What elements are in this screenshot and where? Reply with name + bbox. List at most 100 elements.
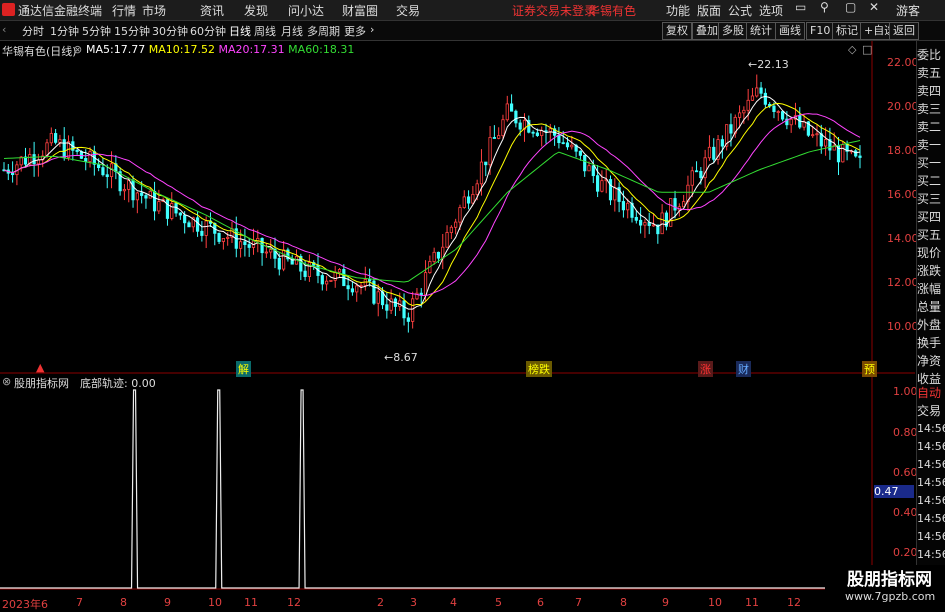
search-icon[interactable]: ⚲	[820, 0, 829, 14]
candle-body	[643, 222, 647, 226]
sub-y-tick: 0.60	[893, 466, 918, 479]
kline-chart[interactable]	[0, 41, 915, 594]
ma20-name: MA20:	[218, 43, 254, 56]
btn-duogu[interactable]: 多股	[718, 22, 748, 40]
candle-body	[355, 285, 359, 293]
period-5min[interactable]: 5分钟	[82, 23, 111, 39]
btn-huaxian[interactable]: 画线	[775, 22, 805, 40]
btn-fuquan[interactable]: 复权	[662, 22, 692, 40]
x-tick: 5	[495, 596, 502, 609]
candle-body	[277, 257, 281, 270]
btn-fanhui[interactable]: 返回	[889, 22, 919, 40]
close-icon[interactable]: ✕	[869, 0, 879, 14]
quote-item: 换手	[917, 336, 942, 350]
candle-body	[247, 244, 251, 248]
quote-item: 卖四	[917, 84, 942, 98]
candle-body	[660, 212, 664, 235]
menu-hangqing[interactable]: 行情	[112, 2, 136, 19]
auto-label[interactable]: 自动	[917, 384, 945, 402]
x-tick: 3	[410, 596, 417, 609]
btn-biaoji[interactable]: 标记	[832, 22, 862, 40]
period-weekly[interactable]: 周线	[254, 23, 276, 39]
marker-yu[interactable]: 预	[862, 361, 877, 377]
menu-faxian[interactable]: 发现	[244, 2, 268, 19]
menu-xuanxiang[interactable]: 选项	[759, 2, 783, 19]
period-daily[interactable]: 日线	[229, 23, 251, 39]
candle-body	[243, 241, 247, 245]
x-tick: 2	[377, 596, 384, 609]
x-tick: 7	[76, 596, 83, 609]
candle-body	[135, 192, 139, 201]
expand-icon[interactable]: □	[862, 43, 872, 56]
period-15min[interactable]: 15分钟	[114, 23, 150, 39]
y-tick: 18.00	[887, 144, 919, 157]
ma60-name: MA60:	[288, 43, 323, 56]
period-30min[interactable]: 30分钟	[152, 23, 188, 39]
tick-time: 14:56	[917, 440, 945, 453]
candle-body	[729, 124, 733, 134]
period-1min[interactable]: 1分钟	[50, 23, 79, 39]
period-60min[interactable]: 60分钟	[190, 23, 226, 39]
candle-body	[673, 198, 677, 211]
ma5-value: 17.77	[113, 43, 146, 56]
period-fenshi[interactable]: 分时	[22, 23, 44, 39]
marker-zhang[interactable]: 涨	[698, 361, 713, 377]
candle-body	[346, 285, 350, 290]
candle-body	[281, 249, 286, 270]
period-multi[interactable]: 多周期	[307, 23, 340, 39]
period-monthly[interactable]: 月线	[281, 23, 303, 39]
marker-jie[interactable]: 解	[236, 361, 251, 377]
menu-jiaoyi[interactable]: 交易	[396, 2, 420, 19]
candle-body	[613, 187, 617, 201]
menu-wenxiaoda[interactable]: 问小达	[288, 2, 324, 19]
x-tick: 9	[662, 596, 669, 609]
login-notice[interactable]: 证券交易未登录	[512, 2, 596, 19]
marker-up-icon[interactable]: ▲	[36, 361, 44, 374]
guest-label[interactable]: 游客	[896, 2, 920, 19]
candle-body	[449, 226, 453, 233]
candle-body	[651, 224, 656, 227]
tick-time: 14:56	[917, 512, 945, 525]
candle-body	[639, 219, 643, 226]
minimize-icon[interactable]: ▭	[795, 0, 806, 14]
restore-icon[interactable]: ▢	[845, 0, 856, 14]
menu-zixun[interactable]: 资讯	[200, 2, 224, 19]
more-chevron-icon[interactable]: ›	[370, 23, 374, 36]
candle-body	[509, 103, 514, 112]
menu-banmian[interactable]: 版面	[697, 2, 721, 19]
period-toolbar: ‹ 分时 1分钟 5分钟 15分钟 30分钟 60分钟 日线 周线 月线 多周期…	[0, 21, 945, 41]
candle-body	[411, 298, 415, 322]
menu-caifuquan[interactable]: 财富圈	[342, 2, 378, 19]
quote-item: 涨跌	[917, 264, 942, 278]
candle-body	[376, 291, 380, 304]
sub-legend-toggle-icon[interactable]: ⊗	[2, 375, 11, 388]
diamond-icon[interactable]: ◇	[848, 43, 856, 56]
x-tick: 9	[164, 596, 171, 609]
ma10-value: 17.52	[183, 43, 215, 56]
marker-cai[interactable]: 财	[736, 361, 751, 377]
candle-body	[144, 195, 148, 199]
candle-body	[445, 232, 449, 248]
menu-gongneng[interactable]: 功能	[666, 2, 690, 19]
menu-shichang[interactable]: 市场	[142, 2, 166, 19]
candle-body	[62, 139, 66, 158]
tick-time: 14:56	[917, 530, 945, 543]
sub-y-tick: 1.00	[893, 385, 918, 398]
toolbar-scroll-icon[interactable]: ‹	[2, 23, 6, 36]
candle-body	[755, 87, 759, 97]
btn-f10[interactable]: F10	[806, 22, 835, 40]
candle-body	[694, 170, 699, 173]
period-more[interactable]: 更多	[344, 23, 366, 39]
quote-item: 卖一	[917, 138, 942, 152]
marker-bangdie[interactable]: 榜跌	[526, 361, 552, 377]
title-bar: 通达信金融终端 行情 市场 资讯 发现 问小达 财富圈 交易 证券交易未登录 华…	[0, 0, 945, 21]
menu-gongshi[interactable]: 公式	[728, 2, 752, 19]
quote-item: 买四	[917, 210, 942, 224]
candle-body	[578, 150, 583, 156]
candle-body	[195, 217, 200, 232]
btn-tongji[interactable]: 统计	[746, 22, 776, 40]
candle-body	[712, 146, 716, 160]
legend-toggle-icon[interactable]: ⊗	[73, 43, 82, 56]
trade-label[interactable]: 交易	[917, 402, 945, 420]
candle-body	[471, 193, 475, 204]
